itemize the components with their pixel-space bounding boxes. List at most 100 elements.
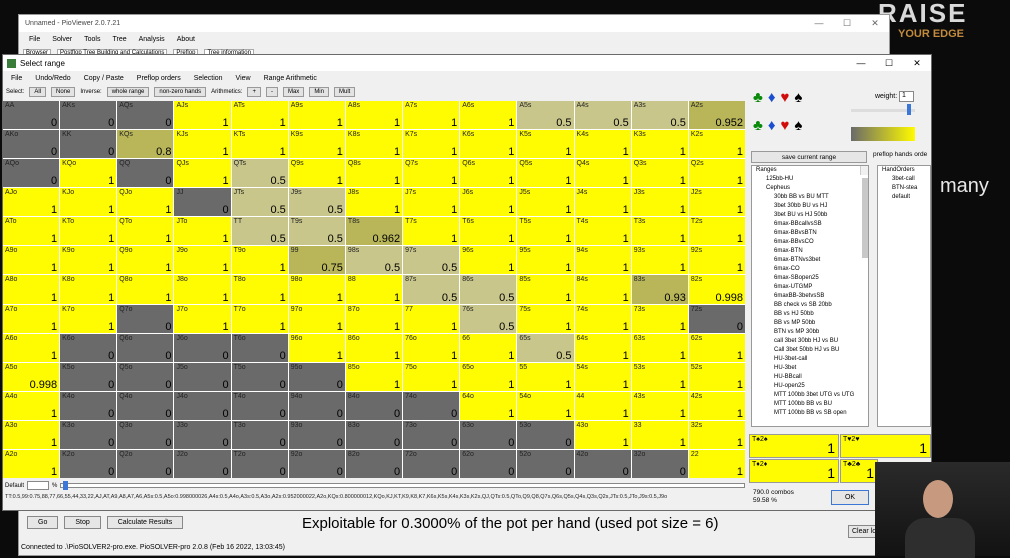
maximize-icon[interactable]: ☐: [875, 58, 903, 69]
hand-cell[interactable]: A3o 1: [3, 420, 60, 449]
hand-cell[interactable]: T9s 0.5: [288, 217, 345, 246]
hand-cell[interactable]: 52s 1: [688, 362, 745, 391]
hand-cell[interactable]: 95s 1: [517, 246, 574, 275]
hand-cell[interactable]: K4o 0: [60, 391, 117, 420]
hand-cell[interactable]: 53o 0: [517, 420, 574, 449]
hand-cell[interactable]: T6s 1: [460, 217, 517, 246]
hand-cell[interactable]: ATo 1: [3, 217, 60, 246]
tree-item[interactable]: 6max-BBvsCO: [752, 238, 868, 247]
hand-cell[interactable]: 92o 0: [288, 449, 345, 478]
hand-orders-tree[interactable]: HandOrders 3bet-call BTN-stea default: [877, 165, 931, 427]
hand-cell[interactable]: J8o 1: [174, 275, 231, 304]
hand-cell[interactable]: J2o 0: [174, 449, 231, 478]
hand-cell[interactable]: Q5s 1: [517, 159, 574, 188]
spade-icon[interactable]: ♠: [794, 117, 802, 134]
hand-cell[interactable]: 83o 0: [345, 420, 403, 449]
mult-button[interactable]: Mult: [333, 87, 356, 97]
hand-cell[interactable]: Q8s 1: [345, 159, 403, 188]
hand-cell[interactable]: 42s 1: [688, 391, 745, 420]
hand-cell[interactable]: J7s 1: [403, 188, 460, 217]
tree-item[interactable]: 125bb-HU: [752, 175, 868, 184]
hand-cell[interactable]: 22 1: [688, 449, 745, 478]
hand-cell[interactable]: A5s 0.5: [517, 101, 574, 130]
hand-cell[interactable]: J3s 1: [631, 188, 688, 217]
tree-scrollbar[interactable]: [860, 166, 868, 258]
hand-cell[interactable]: ATs 1: [231, 101, 288, 130]
hand-cell[interactable]: QJo 1: [117, 188, 174, 217]
hand-cell[interactable]: 85o 1: [345, 362, 403, 391]
tree-item[interactable]: MTT 100bb 3bet UTG vs UTG: [752, 391, 868, 400]
hand-order-item[interactable]: 3bet-call: [878, 175, 930, 184]
weight-input[interactable]: 1: [899, 91, 914, 102]
hand-cell[interactable]: Q4o 0: [117, 391, 174, 420]
hand-cell[interactable]: QTs 0.5: [231, 159, 288, 188]
tree-item[interactable]: 6maxBB-3betvsSB: [752, 292, 868, 301]
hand-cell[interactable]: K4s 1: [574, 130, 631, 159]
hand-cell[interactable]: 98o 1: [288, 275, 345, 304]
hand-cell[interactable]: J7o 1: [174, 304, 231, 333]
tree-item[interactable]: 6max-CO: [752, 265, 868, 274]
hand-cell[interactable]: K9o 1: [60, 246, 117, 275]
hand-cell[interactable]: K3o 0: [60, 420, 117, 449]
hand-cell[interactable]: A2o 1: [3, 449, 60, 478]
hand-cell[interactable]: T7s 1: [403, 217, 460, 246]
tree-item[interactable]: BTN vs MP 30bb: [752, 328, 868, 337]
hand-cell[interactable]: 82o 0: [345, 449, 403, 478]
hand-cell[interactable]: 43o 1: [574, 420, 631, 449]
hand-cell[interactable]: KQs 0.8: [117, 130, 174, 159]
hand-cell[interactable]: 82s 0.998: [688, 275, 745, 304]
menu-solver[interactable]: Solver: [52, 36, 72, 43]
hand-cell[interactable]: 73s 1: [631, 304, 688, 333]
stop-button[interactable]: Stop: [64, 515, 101, 529]
hand-cell[interactable]: JTs 0.5: [231, 188, 288, 217]
hand-cell[interactable]: J4s 1: [574, 188, 631, 217]
hand-cell[interactable]: K6s 1: [460, 130, 517, 159]
hand-cell[interactable]: A9o 1: [3, 246, 60, 275]
menu-file[interactable]: File: [11, 75, 22, 82]
hand-cell[interactable]: A6o 1: [3, 333, 60, 362]
combo-cell[interactable]: T♠2♠ 1: [749, 434, 839, 458]
hand-cell[interactable]: T2o 0: [231, 449, 288, 478]
hand-cell[interactable]: AA 0: [3, 101, 60, 130]
ranges-tree[interactable]: Ranges 125bb-HU Cepheus 30bb BB vs BU MTT 3b…: [751, 165, 869, 427]
hand-cell[interactable]: 75o 1: [403, 362, 460, 391]
save-current-range-button[interactable]: save current range: [751, 151, 867, 163]
tree-item[interactable]: Call 3bet 50bb HJ vs BU: [752, 346, 868, 355]
hand-cell[interactable]: AQs 0: [117, 101, 174, 130]
combo-cell[interactable]: T♣2♣ 1: [840, 459, 878, 483]
hand-cell[interactable]: 93s 1: [631, 246, 688, 275]
hand-cell[interactable]: T8o 1: [231, 275, 288, 304]
close-icon[interactable]: ✕: [861, 18, 889, 29]
hand-cell[interactable]: K8s 1: [345, 130, 403, 159]
hand-cell[interactable]: Q5o 0: [117, 362, 174, 391]
menu-about[interactable]: About: [177, 36, 195, 43]
spade-icon[interactable]: ♠: [794, 89, 802, 106]
tree-item[interactable]: MTT 100bb BB vs BU: [752, 400, 868, 409]
hand-cell[interactable]: T4s 1: [574, 217, 631, 246]
hand-order-item[interactable]: default: [878, 193, 930, 202]
hand-cell[interactable]: QJs 1: [174, 159, 231, 188]
close-icon[interactable]: ✕: [903, 58, 931, 69]
hand-cell[interactable]: A3s 0.5: [631, 101, 688, 130]
hand-cell[interactable]: T4o 0: [231, 391, 288, 420]
tree-item[interactable]: HU-3bet-call: [752, 355, 868, 364]
tree-item[interactable]: 6max-UTGMP: [752, 283, 868, 292]
tree-item[interactable]: 6max-BTNvs3bet: [752, 256, 868, 265]
hand-cell[interactable]: T7o 1: [231, 304, 288, 333]
menu-copy-paste[interactable]: Copy / Paste: [84, 75, 124, 82]
tree-item[interactable]: Cepheus: [752, 184, 868, 193]
hand-cell[interactable]: 53s 1: [631, 362, 688, 391]
hand-order-item[interactable]: BTN-stea: [878, 184, 930, 193]
hand-cell[interactable]: AJo 1: [3, 188, 60, 217]
hand-cell[interactable]: 44 1: [574, 391, 631, 420]
hand-cell[interactable]: J5o 0: [174, 362, 231, 391]
hand-cell[interactable]: Q9s 1: [288, 159, 345, 188]
hand-cell[interactable]: T3o 0: [231, 420, 288, 449]
hand-cell[interactable]: J5s 1: [517, 188, 574, 217]
hand-cell[interactable]: K3s 1: [631, 130, 688, 159]
hand-cell[interactable]: 43s 1: [631, 391, 688, 420]
tree-item[interactable]: 6max-BTN: [752, 247, 868, 256]
hand-cell[interactable]: QTo 1: [117, 217, 174, 246]
hand-cell[interactable]: 62s 1: [688, 333, 745, 362]
hand-cell[interactable]: 93o 0: [288, 420, 345, 449]
